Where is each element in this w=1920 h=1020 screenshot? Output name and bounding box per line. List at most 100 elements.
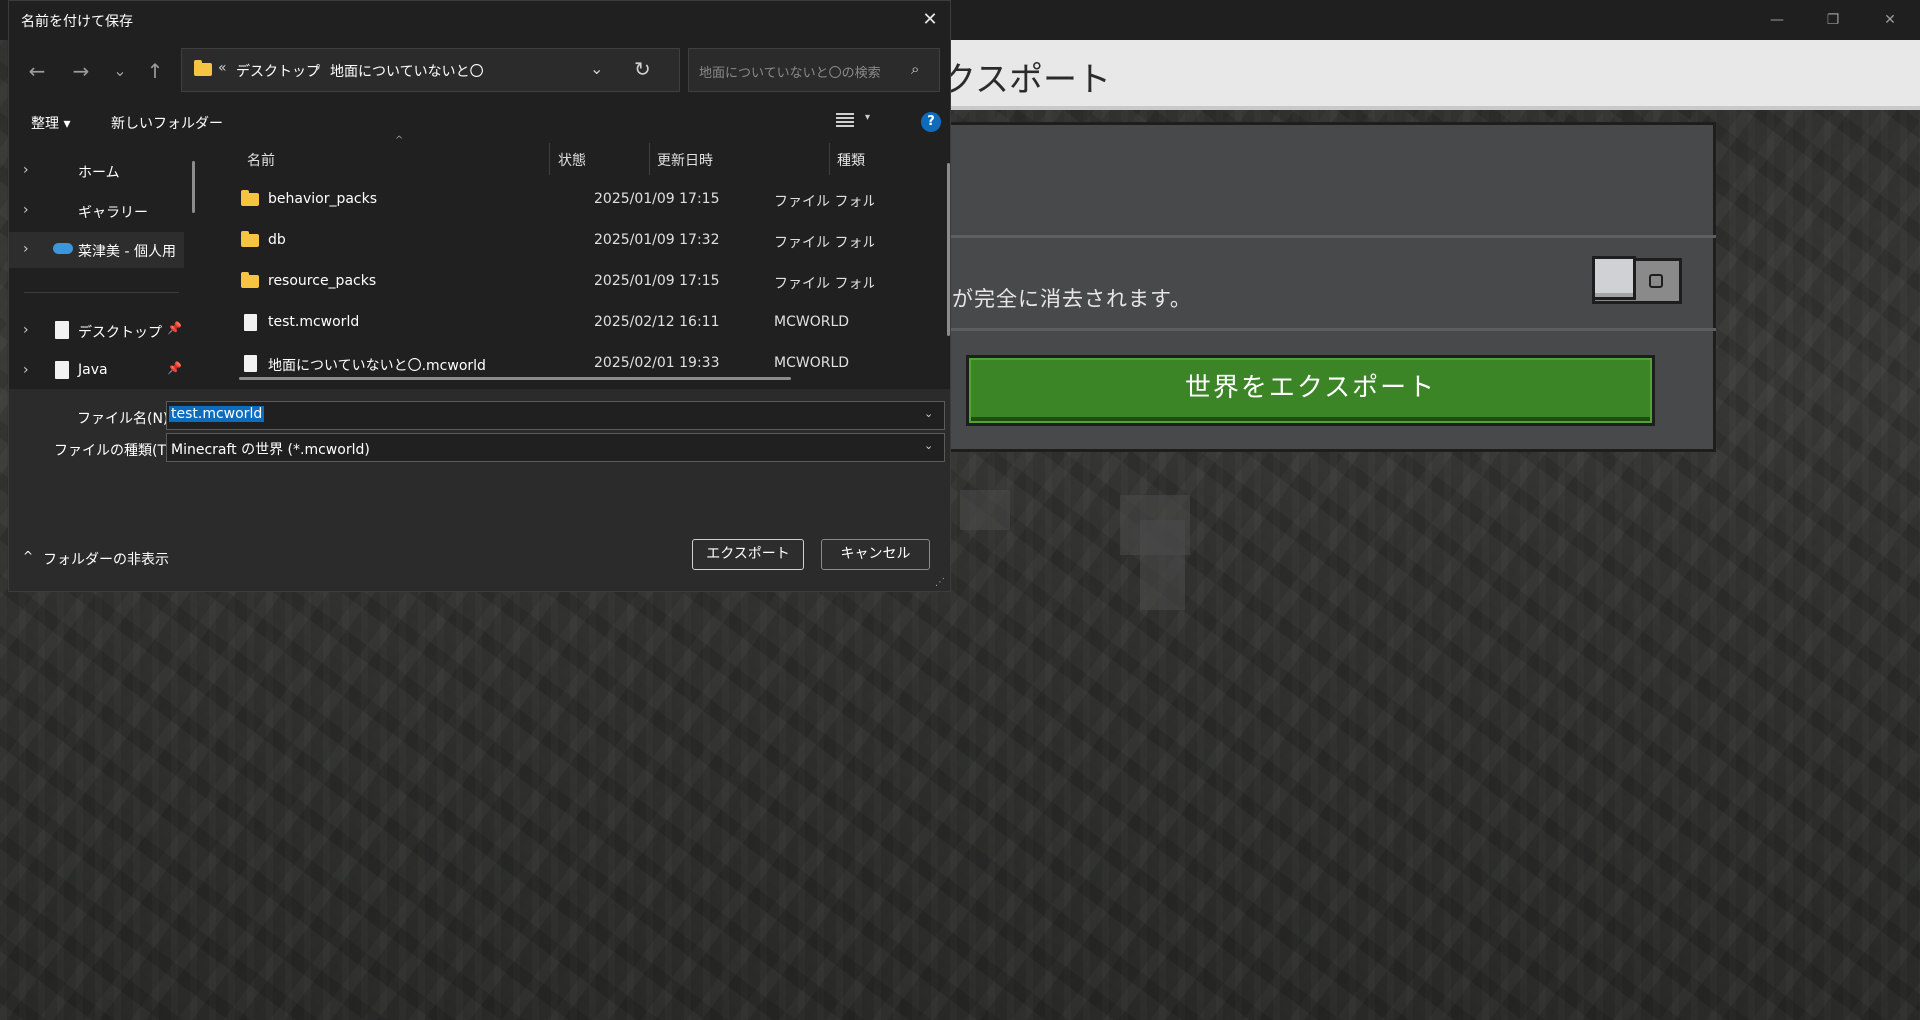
breadcrumb-separator[interactable]: ›: [315, 60, 321, 76]
file-row[interactable]: db 2025/01/09 17:32 ファイル フォルダー: [227, 224, 947, 258]
sidebar-item-gallery[interactable]: › ギャラリー: [9, 193, 184, 229]
sidebar-item-label: ホーム: [78, 165, 120, 181]
sidebar-item-onedrive[interactable]: › 菜津美 - 個人用: [9, 232, 184, 268]
address-bar[interactable]: « デスクトップ › 地面についていないと〇 ⌄ ↻: [181, 48, 680, 92]
column-divider[interactable]: [549, 143, 550, 175]
terrain-rock: [1140, 520, 1185, 610]
file-date: 2025/02/12 16:11: [594, 314, 720, 330]
sidebar-item-home[interactable]: › ホーム: [9, 153, 184, 189]
folder-icon: [241, 231, 259, 247]
chevron-right-icon[interactable]: ›: [23, 362, 29, 378]
column-divider[interactable]: [649, 143, 650, 175]
column-header-name[interactable]: 名前: [247, 150, 275, 170]
dialog-title: 名前を付けて保存: [21, 14, 133, 30]
folder-icon: [241, 272, 259, 288]
export-button[interactable]: エクスポート: [692, 539, 804, 570]
sidebar-item-label: Java: [78, 362, 108, 378]
file-row[interactable]: 地面についていないと〇.mcworld 2025/02/01 19:33 MCW…: [227, 347, 947, 377]
folder-icon: [241, 190, 259, 206]
file-row[interactable]: behavior_packs 2025/01/09 17:15 ファイル フォル…: [227, 183, 947, 217]
terrain-rock: [960, 490, 1010, 530]
file-row[interactable]: resource_packs 2025/01/09 17:15 ファイル フォル…: [227, 265, 947, 299]
file-list-vertical-scrollbar[interactable]: [947, 163, 950, 336]
forward-arrow-icon[interactable]: →: [66, 57, 96, 85]
search-icon[interactable]: ⌕: [911, 60, 919, 78]
chevron-down-icon[interactable]: ⌄: [924, 439, 933, 452]
dialog-close-button[interactable]: ✕: [915, 7, 945, 33]
minimize-button[interactable]: —: [1757, 6, 1797, 34]
sidebar-item-label: 菜津美 - 個人用: [78, 244, 176, 260]
refresh-icon[interactable]: ↻: [634, 57, 651, 81]
delete-description: が完全に消去されます。: [952, 287, 1192, 311]
sidebar-item-desktop[interactable]: › デスクトップ 📌: [9, 313, 184, 349]
view-options-icon[interactable]: [834, 110, 856, 130]
pin-icon: 📌: [167, 321, 182, 335]
sidebar-divider: [24, 292, 179, 293]
hide-folders-toggle[interactable]: フォルダーの非表示: [43, 549, 169, 569]
file-list-horizontal-scrollbar[interactable]: [239, 377, 791, 380]
filetype-value: Minecraft の世界 (*.mcworld): [171, 442, 370, 458]
back-arrow-icon[interactable]: ←: [22, 57, 52, 85]
panel-divider: [930, 328, 1716, 331]
chevron-up-icon[interactable]: ^: [23, 549, 33, 563]
sidebar-scrollbar[interactable]: [192, 161, 195, 213]
new-folder-button[interactable]: 新しいフォルダー: [111, 113, 223, 133]
address-dropdown-icon[interactable]: ⌄: [590, 59, 603, 78]
cancel-button[interactable]: キャンセル: [821, 539, 930, 570]
column-divider[interactable]: [829, 143, 830, 175]
sidebar-item-java[interactable]: › Java 📌: [9, 353, 184, 389]
breadcrumb-desktop[interactable]: デスクトップ: [236, 61, 320, 81]
file-type: ファイル フォルダー: [774, 194, 874, 210]
up-arrow-icon[interactable]: ↑: [140, 57, 170, 85]
file-type: ファイル フォルダー: [774, 235, 874, 251]
file-date: 2025/01/09 17:15: [594, 273, 720, 289]
folder-icon: [194, 60, 212, 76]
organize-menu[interactable]: 整理 ▾: [31, 113, 70, 133]
file-name: behavior_packs: [268, 191, 378, 207]
address-overflow[interactable]: «: [218, 60, 227, 76]
window-close-button[interactable]: ✕: [1870, 6, 1910, 34]
file-name: 地面についていないと〇.mcworld: [268, 358, 486, 374]
desktop-icon: [55, 321, 69, 339]
search-placeholder: 地面についていないと〇の検索: [699, 66, 881, 81]
sidebar-item-label: ギャラリー: [78, 205, 148, 221]
save-as-dialog: 名前を付けて保存 ✕ ← → ⌄ ↑ « デスクトップ › 地面についていないと…: [8, 0, 951, 592]
restore-button[interactable]: ❐: [1813, 6, 1853, 34]
toggle-off-icon: [1649, 274, 1663, 288]
file-date: 2025/01/09 17:32: [594, 232, 720, 248]
chevron-right-icon[interactable]: ›: [23, 202, 29, 218]
filetype-label: ファイルの種類(T):: [54, 443, 177, 459]
column-header-status[interactable]: 状態: [558, 150, 586, 170]
pin-icon: 📌: [167, 361, 182, 375]
chevron-right-icon[interactable]: ›: [23, 322, 29, 338]
file-type: MCWORLD: [774, 314, 850, 330]
export-world-button[interactable]: 世界をエクスポート: [966, 355, 1655, 426]
recent-locations-icon[interactable]: ⌄: [105, 57, 135, 85]
chevron-down-icon[interactable]: ⌄: [924, 407, 933, 420]
file-row[interactable]: test.mcworld 2025/02/12 16:11 MCWORLD: [227, 306, 947, 340]
filename-value[interactable]: test.mcworld: [169, 406, 265, 422]
sidebar-item-label: デスクトップ: [78, 325, 162, 341]
document-icon: [55, 361, 69, 379]
chevron-right-icon[interactable]: ›: [23, 162, 29, 178]
filetype-select[interactable]: Minecraft の世界 (*.mcworld) ⌄: [166, 433, 945, 462]
view-dropdown-icon[interactable]: ▾: [865, 112, 870, 123]
panel-divider: [930, 235, 1716, 238]
file-type: ファイル フォルダー: [774, 276, 874, 292]
chevron-right-icon[interactable]: ›: [23, 241, 29, 257]
filename-label: ファイル名(N):: [77, 411, 174, 427]
file-name: db: [268, 232, 286, 248]
file-date: 2025/02/01 19:33: [594, 355, 720, 371]
search-box[interactable]: 地面についていないと〇の検索 ⌕: [688, 48, 940, 92]
file-date: 2025/01/09 17:15: [594, 191, 720, 207]
file-icon: [244, 314, 257, 331]
help-icon[interactable]: ?: [921, 112, 941, 132]
filename-input[interactable]: test.mcworld ⌄: [166, 401, 945, 430]
onedrive-icon: [53, 243, 73, 254]
resize-grip-icon[interactable]: ⋰: [935, 577, 945, 588]
toggle-knob[interactable]: [1592, 256, 1636, 300]
column-header-type[interactable]: 種類: [837, 150, 865, 170]
column-header-modified[interactable]: 更新日時: [657, 150, 713, 170]
file-name: resource_packs: [268, 273, 377, 289]
breadcrumb-current-folder[interactable]: 地面についていないと〇: [330, 61, 484, 81]
